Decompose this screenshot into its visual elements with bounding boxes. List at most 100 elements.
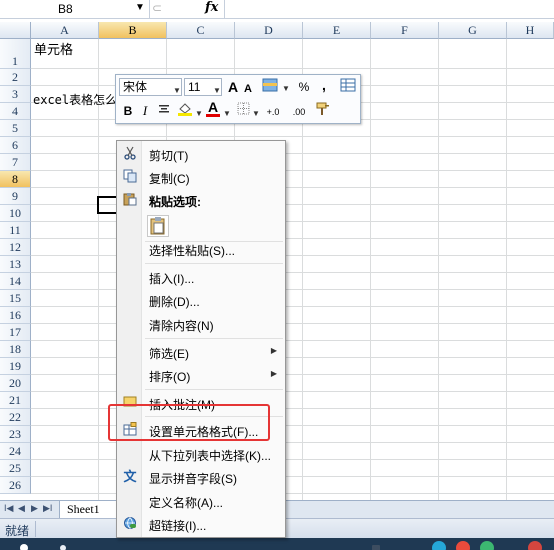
column-header-h[interactable]: H: [507, 22, 554, 39]
font-name-select[interactable]: 宋体 ▼: [119, 78, 182, 96]
row-header-10[interactable]: 10: [0, 205, 31, 222]
cell-style-icon[interactable]: [259, 78, 281, 96]
row-header-20[interactable]: 20: [0, 375, 31, 392]
gridline: [31, 68, 554, 69]
row-header-5[interactable]: 5: [0, 120, 31, 137]
row-header-7[interactable]: 7: [0, 154, 31, 171]
row-header-16[interactable]: 16: [0, 307, 31, 324]
menu-item-insert[interactable]: 插入(I)...: [117, 266, 285, 288]
row-header-12[interactable]: 12: [0, 239, 31, 256]
row-header-13[interactable]: 13: [0, 256, 31, 273]
menu-label-pick-from-list: 从下拉列表中选择(K)...: [149, 449, 271, 463]
last-sheet-icon[interactable]: ▶I: [43, 503, 52, 514]
chevron-down-icon[interactable]: ▼: [282, 84, 290, 93]
menu-item-pick-from-list[interactable]: 从下拉列表中选择(K)...: [117, 443, 285, 465]
row-header-21[interactable]: 21: [0, 392, 31, 409]
menu-item-hyperlink[interactable]: 超链接(I)...: [117, 513, 285, 535]
row-header-14[interactable]: 14: [0, 273, 31, 290]
menu-label-cut: 剪切(T): [149, 149, 189, 163]
italic-button[interactable]: I: [139, 102, 151, 120]
align-center-icon[interactable]: [156, 102, 172, 120]
start-icon[interactable]: [20, 544, 28, 550]
row-header-3[interactable]: 3: [0, 86, 31, 103]
name-box[interactable]: B8 ▼: [0, 0, 150, 19]
name-box-dropdown-icon[interactable]: ▼: [135, 2, 145, 13]
app-icon[interactable]: [528, 541, 542, 550]
gridline: [31, 136, 554, 137]
decrease-decimal-button[interactable]: .00: [288, 103, 310, 121]
column-header-b[interactable]: B: [99, 22, 167, 39]
bold-button[interactable]: B: [121, 102, 135, 120]
prev-sheet-icon[interactable]: ◀: [18, 503, 25, 514]
row-header-9[interactable]: 9: [0, 188, 31, 205]
row-header-25[interactable]: 25: [0, 460, 31, 477]
row-header-15[interactable]: 15: [0, 290, 31, 307]
row-header-4[interactable]: 4: [0, 103, 31, 120]
row-header-8[interactable]: 8: [0, 171, 31, 188]
row-header-6[interactable]: 6: [0, 137, 31, 154]
row-header-26[interactable]: 26: [0, 477, 31, 494]
increase-decimal-button[interactable]: +.0: [262, 103, 284, 121]
row-header-23[interactable]: 23: [0, 426, 31, 443]
row-header-22[interactable]: 22: [0, 409, 31, 426]
gridline: [31, 442, 554, 443]
select-all-corner[interactable]: [0, 22, 31, 39]
search-icon[interactable]: [60, 545, 66, 550]
insert-function-button[interactable]: fx: [205, 0, 218, 15]
menu-item-show-phonetic[interactable]: 文 显示拼音字段(S): [117, 466, 285, 488]
row-header-1[interactable]: 1: [0, 39, 31, 69]
font-color-button[interactable]: A: [206, 100, 220, 117]
sheet-tab-sheet1[interactable]: Sheet1: [59, 501, 117, 519]
chevron-down-icon[interactable]: ▼: [195, 109, 203, 118]
row-header-19[interactable]: 19: [0, 358, 31, 375]
menu-item-delete[interactable]: 删除(D)...: [117, 289, 285, 311]
cell-a1[interactable]: 单元格: [34, 39, 73, 58]
format-painter-icon[interactable]: [314, 102, 332, 120]
font-size-value: 11: [188, 80, 201, 94]
row-header-2[interactable]: 2: [0, 69, 31, 86]
column-header-g[interactable]: G: [439, 22, 507, 39]
menu-item-copy[interactable]: 复制(C): [117, 166, 285, 188]
cell-a3[interactable]: excel表格怎么: [33, 91, 117, 108]
formula-cancel-icon[interactable]: ⊂: [152, 1, 162, 15]
row-header-17[interactable]: 17: [0, 324, 31, 341]
menu-item-sort[interactable]: 排序(O) ▶: [117, 364, 285, 386]
menu-item-clear-contents[interactable]: 清除内容(N): [117, 313, 285, 335]
font-size-select[interactable]: 11 ▼: [184, 78, 222, 96]
gridline: [31, 374, 554, 375]
menu-item-cut[interactable]: 剪切(T): [117, 143, 285, 165]
paste-option-button[interactable]: [117, 213, 285, 239]
menu-item-paste-special[interactable]: 选择性粘贴(S)...: [117, 238, 285, 260]
fill-color-icon[interactable]: [176, 102, 194, 120]
app-red-icon[interactable]: [456, 541, 470, 550]
borders-icon[interactable]: [235, 102, 251, 120]
column-header-d[interactable]: D: [235, 22, 303, 39]
row-header-18[interactable]: 18: [0, 341, 31, 358]
gridline: [31, 323, 554, 324]
column-header-e[interactable]: E: [303, 22, 371, 39]
taskbar-app-icon[interactable]: [372, 545, 380, 550]
chevron-down-icon[interactable]: ▼: [252, 109, 260, 118]
column-header-a[interactable]: A: [31, 22, 99, 39]
menu-label-define-name: 定义名称(A)...: [149, 496, 223, 510]
shrink-font-button[interactable]: A: [242, 80, 254, 98]
menu-item-filter[interactable]: 筛选(E) ▶: [117, 341, 285, 363]
browser-icon[interactable]: [432, 541, 446, 550]
formula-bar-divider: [224, 0, 225, 19]
column-header-f[interactable]: F: [371, 22, 439, 39]
app-green-icon[interactable]: [480, 541, 494, 550]
percent-style-button[interactable]: %: [297, 78, 311, 96]
grow-font-button[interactable]: A: [226, 78, 240, 96]
menu-item-define-name[interactable]: 定义名称(A)...: [117, 490, 285, 512]
next-sheet-icon[interactable]: ▶: [31, 503, 38, 514]
chevron-down-icon: ▼: [213, 86, 221, 95]
row-header-24[interactable]: 24: [0, 443, 31, 460]
row-header-11[interactable]: 11: [0, 222, 31, 239]
chevron-down-icon[interactable]: ▼: [223, 109, 231, 118]
comma-style-button[interactable]: ,: [319, 76, 329, 94]
first-sheet-icon[interactable]: I◀: [4, 503, 13, 514]
column-header-c[interactable]: C: [167, 22, 235, 39]
active-cell-b8[interactable]: [97, 196, 117, 214]
gridline: [31, 340, 554, 341]
format-table-icon[interactable]: [339, 78, 357, 96]
